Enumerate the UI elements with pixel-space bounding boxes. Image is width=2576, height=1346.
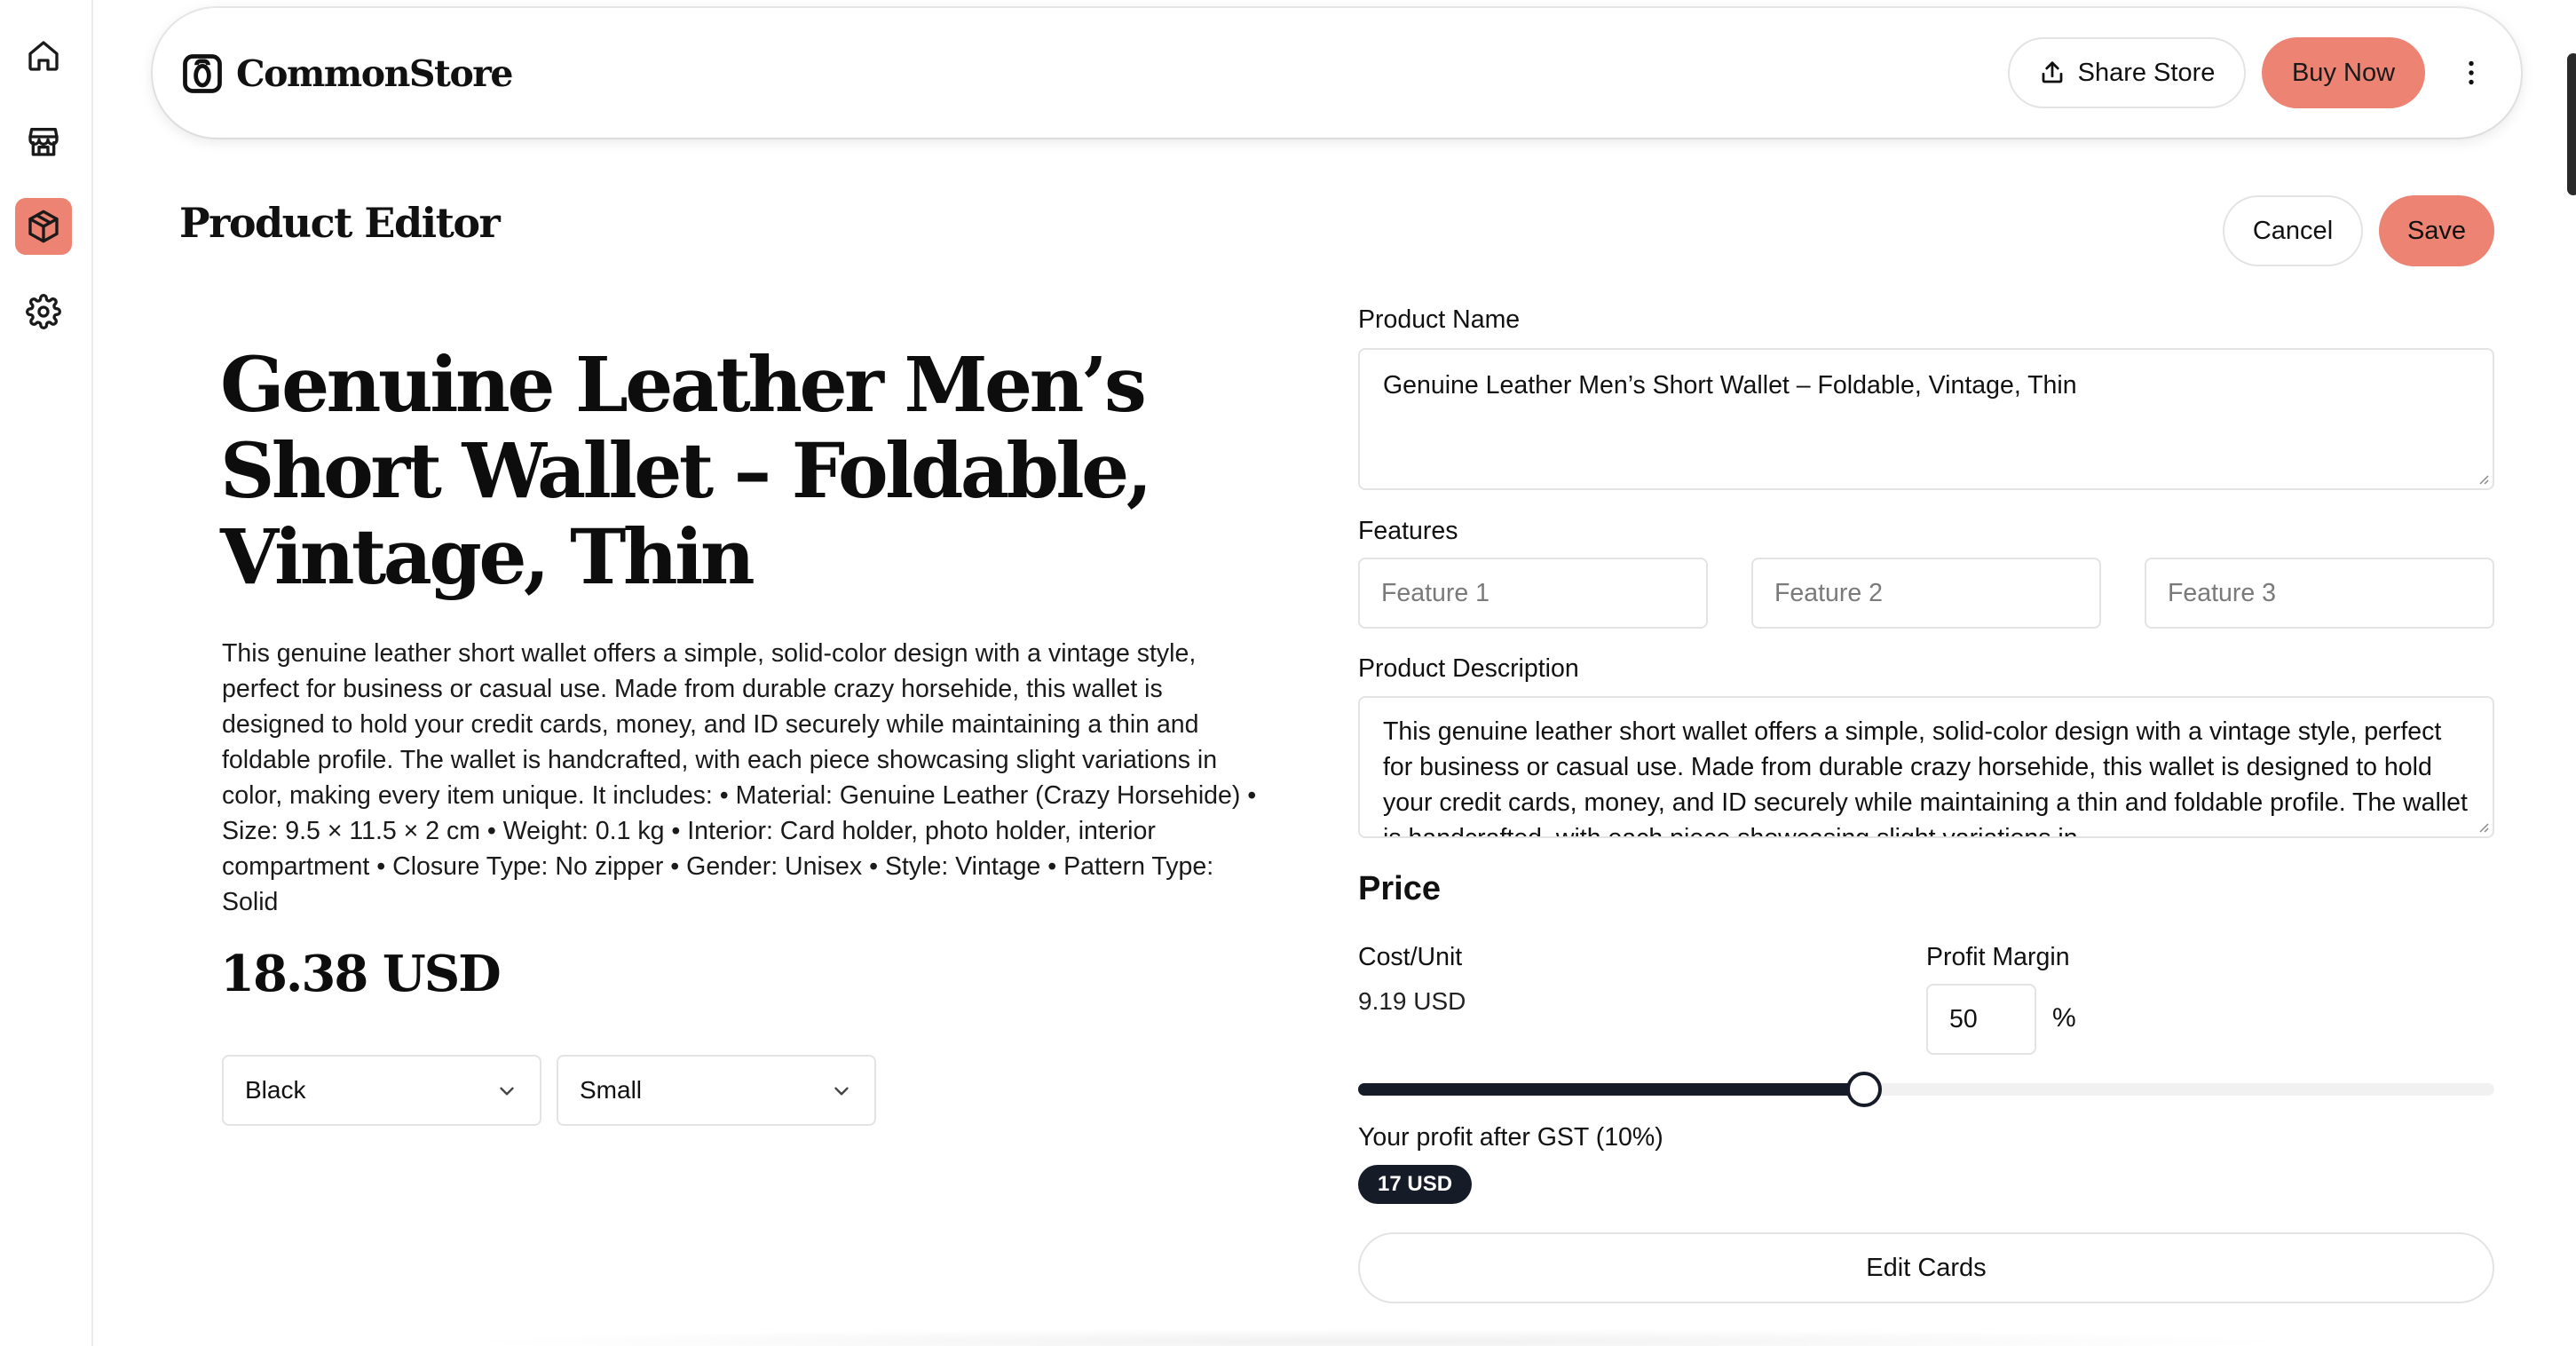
resize-handle-icon[interactable] [2475, 471, 2489, 485]
sidebar-item-products[interactable] [15, 198, 72, 255]
feature-3-placeholder: Feature 3 [2168, 578, 2276, 607]
home-icon [28, 41, 59, 71]
share-icon [2042, 61, 2062, 83]
feature-2-input[interactable]: Feature 2 [1751, 558, 2101, 629]
profit-margin-label: Profit Margin [1926, 943, 2070, 971]
preview-product-description: This genuine leather short wallet offers… [222, 639, 1257, 916]
edit-cards-button[interactable]: Edit Cards [1358, 1232, 2494, 1303]
buy-now-button[interactable]: Buy Now [2262, 37, 2425, 108]
price-heading: Price [1358, 870, 1441, 907]
color-select[interactable]: Black [222, 1055, 541, 1126]
slider-fill [1358, 1083, 1864, 1096]
profit-margin-value: 50 [1949, 1004, 1978, 1033]
package-icon [28, 210, 59, 243]
product-name-value: Genuine Leather Men’s Short Wallet – Fol… [1383, 371, 2077, 400]
cost-unit-label: Cost/Unit [1358, 943, 1463, 971]
sidebar-item-settings[interactable] [15, 283, 72, 340]
preview-product-title: Genuine Leather Men’s Short Wallet – Fol… [220, 341, 1152, 602]
profit-after-gst-label: Your profit after GST (10%) [1358, 1123, 1663, 1152]
profit-margin-slider[interactable] [1358, 1072, 2494, 1107]
product-name-label: Product Name [1358, 305, 1521, 334]
feature-1-input[interactable]: Feature 1 [1358, 558, 1708, 629]
product-description-value: This genuine leather short wallet offers… [1383, 717, 2468, 838]
percent-unit: % [2052, 1003, 2076, 1033]
brand[interactable]: CommonStore [179, 49, 513, 99]
profit-margin-input[interactable]: 50 [1926, 984, 2036, 1055]
product-description-label: Product Description [1358, 654, 1579, 683]
sidebar-item-home[interactable] [15, 28, 72, 84]
app-root: CommonStore Share Store Buy Now Product … [0, 0, 2576, 1346]
brand-logo-icon [183, 54, 222, 93]
feature-2-placeholder: Feature 2 [1774, 578, 1883, 607]
cancel-button[interactable]: Cancel [2223, 195, 2363, 266]
more-options-button[interactable] [2454, 55, 2489, 91]
chevron-down-icon [834, 1087, 849, 1096]
chevron-down-icon [500, 1087, 514, 1096]
slider-thumb[interactable] [1845, 1072, 1882, 1107]
size-select[interactable]: Small [557, 1055, 876, 1126]
sidebar [0, 0, 93, 1346]
sidebar-item-store[interactable] [15, 113, 72, 170]
share-store-button[interactable]: Share Store [2008, 37, 2246, 108]
preview-price: 18.38 USD [220, 945, 502, 1003]
save-button[interactable]: Save [2379, 195, 2494, 266]
feature-1-placeholder: Feature 1 [1381, 578, 1489, 607]
top-header: CommonStore Share Store Buy Now [153, 8, 2521, 138]
more-vertical-icon [2469, 60, 2474, 85]
product-description-field[interactable]: This genuine leather short wallet offers… [1358, 696, 2494, 838]
profit-badge: 17 USD [1358, 1165, 1473, 1204]
store-icon [28, 128, 59, 156]
resize-handle-icon[interactable] [2475, 819, 2489, 833]
size-select-value: Small [580, 1076, 643, 1104]
color-select-value: Black [245, 1076, 306, 1104]
bottom-shadow [444, 1328, 2308, 1346]
share-store-label: Share Store [2077, 58, 2216, 87]
features-label: Features [1358, 517, 1458, 545]
product-name-field[interactable]: Genuine Leather Men’s Short Wallet – Fol… [1358, 348, 2494, 490]
brand-name: CommonStore [236, 52, 513, 95]
cost-unit-value: 9.19 USD [1358, 987, 1466, 1015]
page-title: Product Editor [179, 199, 501, 247]
feature-3-input[interactable]: Feature 3 [2145, 558, 2494, 629]
settings-icon [26, 294, 61, 329]
window-edge-tab [2567, 53, 2576, 195]
